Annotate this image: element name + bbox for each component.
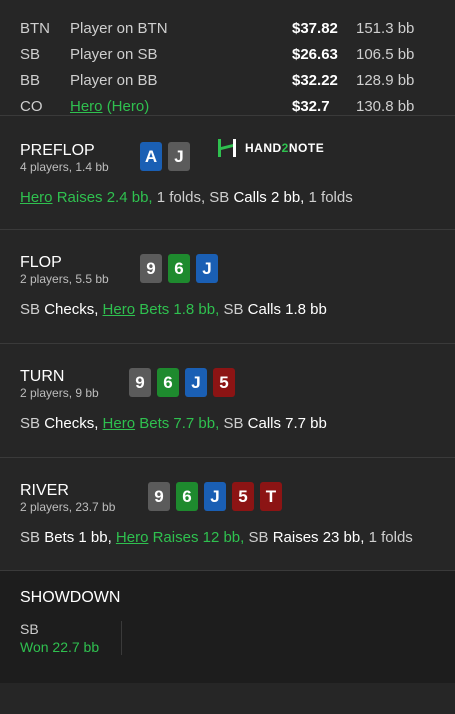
showdown-position: SB — [20, 621, 39, 637]
card: J — [168, 142, 190, 171]
card: A — [140, 142, 162, 171]
hand2note-logo: HAND2NOTE — [217, 138, 324, 158]
street-summary: 2 players, 23.7 bb — [20, 500, 116, 514]
player-name: Hero (Hero) — [70, 98, 292, 115]
street-turn: TURN 2 players, 9 bb 9 6 J 5 SB Checks, … — [0, 344, 455, 458]
player-position: BTN — [20, 19, 50, 37]
street-title: RIVER — [20, 482, 69, 499]
hero-link[interactable]: Hero — [20, 189, 53, 206]
player-stack-bb: 128.9 bb — [356, 71, 415, 89]
board-cards: 9 6 J — [140, 254, 218, 283]
hero-link[interactable]: Hero — [103, 415, 136, 432]
player-stack-bb: 151.3 bb — [356, 19, 415, 37]
street-flop: FLOP 2 players, 5.5 bb 9 6 J SB Checks, … — [0, 230, 455, 344]
card: 9 — [148, 482, 170, 511]
card: 6 — [157, 368, 179, 397]
showdown-section: SHOWDOWN SB Won 22.7 bb — [0, 571, 455, 683]
player-row: SB Player on SB $26.63 106.5 bb — [20, 41, 435, 67]
board-cards: 9 6 J 5 — [129, 368, 235, 397]
street-title: FLOP — [20, 254, 62, 271]
player-stack: $37.82 — [292, 19, 338, 37]
card: 5 — [213, 368, 235, 397]
showdown-title: SHOWDOWN — [20, 589, 121, 606]
players-table: BTN Player on BTN $37.82 151.3 bb SB Pla… — [0, 0, 455, 116]
card: 6 — [176, 482, 198, 511]
card: T — [260, 482, 282, 511]
hero-link[interactable]: Hero — [70, 98, 103, 115]
player-row: BTN Player on BTN $37.82 151.3 bb — [20, 15, 435, 41]
street-river: RIVER 2 players, 23.7 bb 9 6 J 5 T SB Be… — [0, 458, 455, 571]
street-preflop: PREFLOP 4 players, 1.4 bb A J HAND2NOTE … — [0, 116, 455, 230]
street-actions: SB Bets 1 bb, Hero Raises 12 bb, SB Rais… — [20, 529, 413, 546]
hand2note-logo-icon — [218, 139, 236, 157]
card: 6 — [168, 254, 190, 283]
hero-link[interactable]: Hero — [116, 529, 149, 546]
street-actions: SB Checks, Hero Bets 1.8 bb, SB Calls 1.… — [20, 301, 327, 318]
player-stack: $32.7 — [292, 97, 330, 115]
street-title: PREFLOP — [20, 142, 95, 159]
street-actions: Hero Raises 2.4 bb, 1 folds, SB Calls 2 … — [20, 189, 353, 206]
street-summary: 2 players, 5.5 bb — [20, 272, 109, 286]
player-position: BB — [20, 71, 41, 89]
player-position: CO — [20, 97, 43, 115]
card: 9 — [140, 254, 162, 283]
hero-tag: (Hero) — [106, 97, 150, 115]
hero-link[interactable]: Hero — [103, 301, 136, 318]
player-stack: $26.63 — [292, 45, 338, 63]
showdown-result: SB Won 22.7 bb — [20, 621, 123, 655]
street-title: TURN — [20, 368, 65, 385]
street-actions: SB Checks, Hero Bets 7.7 bb, SB Calls 7.… — [20, 415, 327, 432]
player-name: Player on BTN — [70, 19, 168, 37]
player-stack: $32.22 — [292, 71, 338, 89]
player-name: Player on SB — [70, 45, 158, 63]
showdown-won: Won 22.7 bb — [20, 639, 100, 655]
player-name: Player on BB — [70, 71, 158, 89]
street-summary: 2 players, 9 bb — [20, 386, 99, 400]
board-cards: 9 6 J 5 T — [148, 482, 282, 511]
street-summary: 4 players, 1.4 bb — [20, 160, 109, 174]
card: J — [185, 368, 207, 397]
hole-cards: A J — [140, 142, 190, 171]
card: 5 — [232, 482, 254, 511]
card: J — [196, 254, 218, 283]
card: J — [204, 482, 226, 511]
player-row: BB Player on BB $32.22 128.9 bb — [20, 67, 435, 93]
player-stack-bb: 130.8 bb — [356, 97, 415, 115]
card: 9 — [129, 368, 151, 397]
player-position: SB — [20, 45, 41, 63]
player-stack-bb: 106.5 bb — [356, 45, 415, 63]
